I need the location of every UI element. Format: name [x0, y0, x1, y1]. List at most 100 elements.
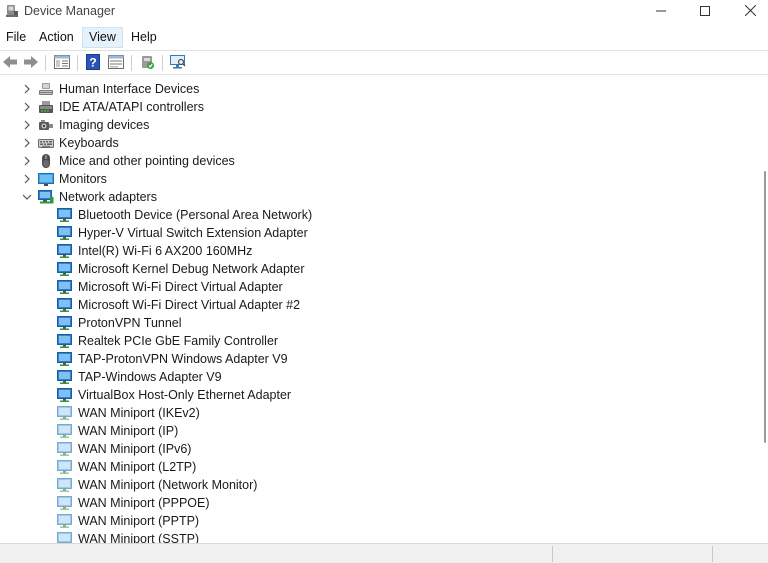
- device-label: WAN Miniport (IKEv2): [78, 406, 200, 420]
- tree-category-mice-and-other-pointing-devices[interactable]: Mice and other pointing devices: [0, 152, 740, 170]
- device-label: ProtonVPN Tunnel: [78, 316, 182, 330]
- menu-bar: File Action View Help: [0, 27, 768, 49]
- toolbar-separator: [162, 55, 163, 71]
- toolbar: ?: [0, 50, 768, 75]
- tree-category-label: Network adapters: [59, 190, 157, 204]
- scrollbar-thumb[interactable]: [764, 171, 766, 443]
- scan-hardware-icon: [169, 54, 187, 73]
- chevron-right-icon[interactable]: [20, 82, 34, 96]
- network-adapter-icon: [57, 405, 73, 421]
- tree-device-item[interactable]: ProtonVPN Tunnel: [0, 314, 740, 332]
- menu-file[interactable]: File: [0, 27, 32, 48]
- network-adapter-icon: [57, 261, 73, 277]
- tree-device-item[interactable]: Microsoft Wi-Fi Direct Virtual Adapter #…: [0, 296, 740, 314]
- device-label: Microsoft Kernel Debug Network Adapter: [78, 262, 305, 276]
- device-label: WAN Miniport (SSTP): [78, 532, 200, 543]
- close-button[interactable]: [727, 0, 768, 24]
- tree-device-item[interactable]: WAN Miniport (IP): [0, 422, 740, 440]
- toolbar-separator: [77, 55, 78, 71]
- svg-text:?: ?: [89, 55, 96, 69]
- device-label: WAN Miniport (IP): [78, 424, 179, 438]
- camera-icon: [38, 117, 54, 133]
- tree-device-item[interactable]: WAN Miniport (IKEv2): [0, 404, 740, 422]
- device-label: TAP-ProtonVPN Windows Adapter V9: [78, 352, 288, 366]
- tree-category-network-adapters[interactable]: Network adapters: [0, 188, 740, 206]
- tree-device-item[interactable]: WAN Miniport (PPTP): [0, 512, 740, 530]
- device-label: Bluetooth Device (Personal Area Network): [78, 208, 313, 222]
- tree-device-item[interactable]: WAN Miniport (IPv6): [0, 440, 740, 458]
- tree-device-item[interactable]: WAN Miniport (Network Monitor): [0, 476, 740, 494]
- tree-device-item[interactable]: Hyper-V Virtual Switch Extension Adapter: [0, 224, 740, 242]
- menu-help[interactable]: Help: [125, 27, 163, 48]
- minimize-button[interactable]: [638, 0, 684, 24]
- show-hidden-icon: [108, 54, 124, 72]
- mouse-icon: [38, 153, 54, 169]
- tree-device-item[interactable]: Realtek PCIe GbE Family Controller: [0, 332, 740, 350]
- properties-button[interactable]: [52, 54, 72, 72]
- tree-category-label: Monitors: [59, 172, 107, 186]
- tree-device-item[interactable]: WAN Miniport (L2TP): [0, 458, 740, 476]
- tree-device-item[interactable]: Microsoft Wi-Fi Direct Virtual Adapter: [0, 278, 740, 296]
- network-adapter-icon: [57, 315, 73, 331]
- tree-category-label: Human Interface Devices: [59, 82, 200, 96]
- back-button[interactable]: [0, 54, 20, 72]
- network-adapter-icon: [57, 459, 73, 475]
- tree-category-keyboards[interactable]: Keyboards: [0, 134, 740, 152]
- chevron-right-icon[interactable]: [20, 118, 34, 132]
- title-bar: Device Manager: [0, 0, 768, 24]
- maximize-icon: [700, 5, 710, 19]
- maximize-button[interactable]: [682, 0, 728, 24]
- tree-device-item[interactable]: Bluetooth Device (Personal Area Network): [0, 206, 740, 224]
- scan-hardware-button[interactable]: [168, 54, 188, 72]
- forward-button[interactable]: [21, 54, 41, 72]
- network-adapter-icon: [57, 279, 73, 295]
- network-adapter-icon: [57, 207, 73, 223]
- network-adapter-icon: [38, 189, 54, 205]
- tree-device-item[interactable]: VirtualBox Host-Only Ethernet Adapter: [0, 386, 740, 404]
- back-icon: [2, 55, 18, 72]
- vertical-scrollbar[interactable]: [762, 76, 768, 543]
- device-label: Microsoft Wi-Fi Direct Virtual Adapter: [78, 280, 283, 294]
- network-adapter-icon: [57, 423, 73, 439]
- tree-device-item[interactable]: Intel(R) Wi-Fi 6 AX200 160MHz: [0, 242, 740, 260]
- network-adapter-icon: [57, 387, 73, 403]
- toolbar-separator: [131, 55, 132, 71]
- ide-controller-icon: [38, 99, 54, 115]
- device-manager-icon: [5, 4, 19, 18]
- tree-device-item[interactable]: Microsoft Kernel Debug Network Adapter: [0, 260, 740, 278]
- status-separator: [552, 546, 553, 562]
- network-adapter-icon: [57, 477, 73, 493]
- help-button[interactable]: ?: [83, 53, 103, 72]
- show-hidden-button[interactable]: [106, 54, 126, 72]
- menu-view[interactable]: View: [82, 27, 123, 48]
- chevron-right-icon[interactable]: [20, 154, 34, 168]
- chevron-right-icon[interactable]: [20, 172, 34, 186]
- chevron-right-icon[interactable]: [20, 136, 34, 150]
- network-adapter-icon: [57, 333, 73, 349]
- network-adapter-icon: [57, 297, 73, 313]
- device-label: WAN Miniport (PPTP): [78, 514, 200, 528]
- device-label: Microsoft Wi-Fi Direct Virtual Adapter #…: [78, 298, 301, 312]
- tree-device-item[interactable]: WAN Miniport (SSTP): [0, 530, 740, 543]
- chevron-down-icon[interactable]: [20, 190, 34, 204]
- chevron-right-icon[interactable]: [20, 100, 34, 114]
- device-label: Intel(R) Wi-Fi 6 AX200 160MHz: [78, 244, 253, 258]
- keyboard-icon: [38, 135, 54, 151]
- tree-category-ide-ata-atapi-controllers[interactable]: IDE ATA/ATAPI controllers: [0, 98, 740, 116]
- menu-action[interactable]: Action: [33, 27, 80, 48]
- tree-category-human-interface-devices[interactable]: Human Interface Devices: [0, 80, 740, 98]
- close-icon: [744, 4, 756, 19]
- tree-device-item[interactable]: WAN Miniport (PPPOE): [0, 494, 740, 512]
- device-label: WAN Miniport (IPv6): [78, 442, 192, 456]
- tree-category-monitors[interactable]: Monitors: [0, 170, 740, 188]
- tree-category-label: Keyboards: [59, 136, 119, 150]
- tree-device-item[interactable]: TAP-ProtonVPN Windows Adapter V9: [0, 350, 740, 368]
- tree-category-label: Mice and other pointing devices: [59, 154, 235, 168]
- properties-icon: [54, 54, 70, 72]
- tree-category-imaging-devices[interactable]: Imaging devices: [0, 116, 740, 134]
- device-label: WAN Miniport (L2TP): [78, 460, 197, 474]
- update-driver-button[interactable]: [137, 54, 157, 72]
- network-adapter-icon: [57, 513, 73, 529]
- update-driver-icon: [139, 54, 155, 73]
- tree-device-item[interactable]: TAP-Windows Adapter V9: [0, 368, 740, 386]
